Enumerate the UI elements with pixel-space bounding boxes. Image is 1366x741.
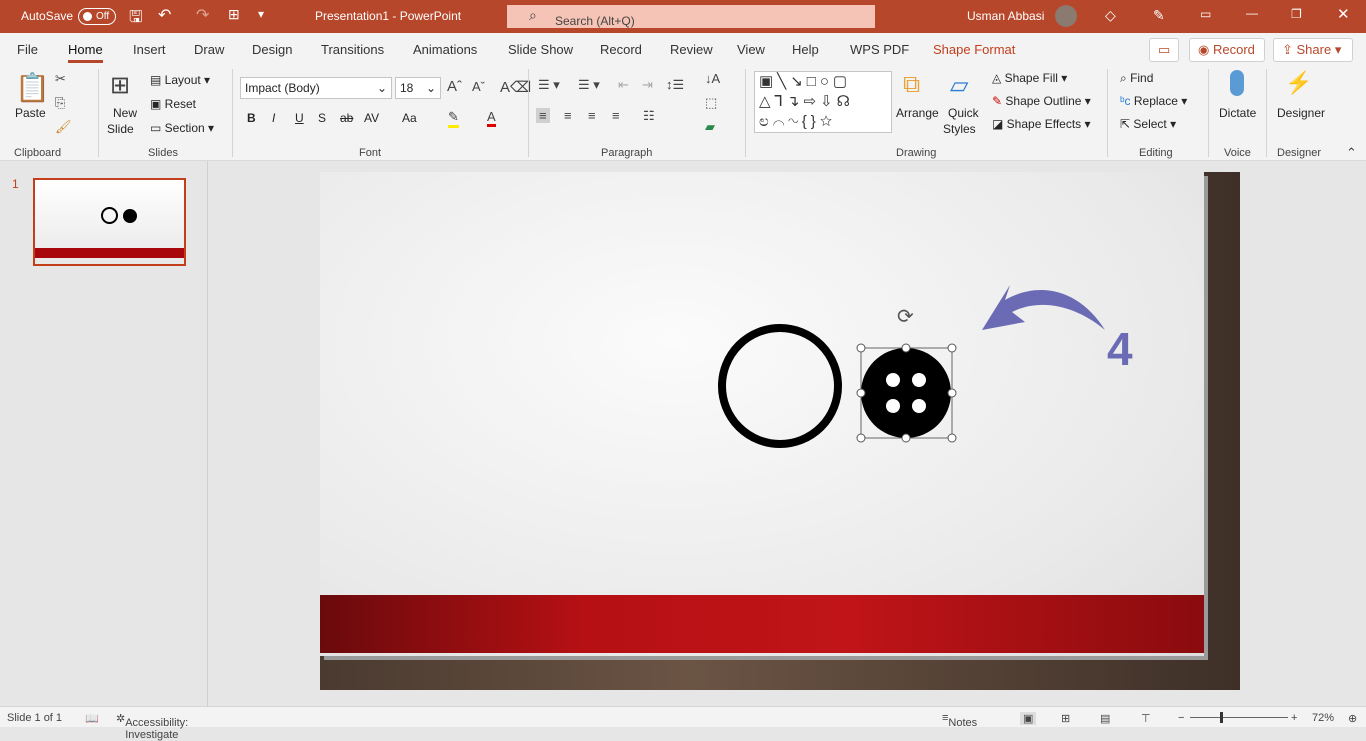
slide-shapes: ⟳ 4 (718, 285, 1133, 448)
annotation-number: 4 (1107, 323, 1133, 375)
zoom-slider[interactable] (1190, 712, 1288, 723)
accessibility-label: Accessibility: Investigate (125, 717, 189, 741)
ring-shape[interactable] (718, 324, 842, 448)
spellcheck-icon[interactable]: 📖 (85, 712, 99, 725)
zoom-level[interactable]: 72% (1312, 712, 1334, 724)
slideshow-icon[interactable]: ⊤ (1141, 712, 1151, 725)
button-shape[interactable] (861, 348, 951, 438)
zoom-out-button[interactable]: − (1178, 712, 1184, 724)
notes-label: Notes (948, 717, 978, 729)
status-bar: Slide 1 of 1 📖 ✲ Accessibility: Investig… (0, 706, 1366, 741)
curved-arrow (982, 285, 1105, 330)
zoom-slider-thumb[interactable] (1220, 712, 1223, 723)
reading-view-icon[interactable]: ▤ (1100, 712, 1110, 725)
notes-button[interactable]: ≡ Notes (942, 712, 977, 729)
normal-view-icon[interactable]: ▣ (1020, 712, 1037, 725)
rotate-handle-icon[interactable]: ⟳ (897, 306, 914, 328)
accessibility-button[interactable]: ✲ Accessibility: Investigate (116, 712, 188, 741)
slide-count: Slide 1 of 1 (7, 712, 63, 724)
slide-sorter-icon[interactable]: ⊞ (1061, 712, 1070, 725)
zoom-in-button[interactable]: + (1291, 712, 1297, 724)
fit-to-window-icon[interactable]: ⊕ (1348, 712, 1357, 725)
